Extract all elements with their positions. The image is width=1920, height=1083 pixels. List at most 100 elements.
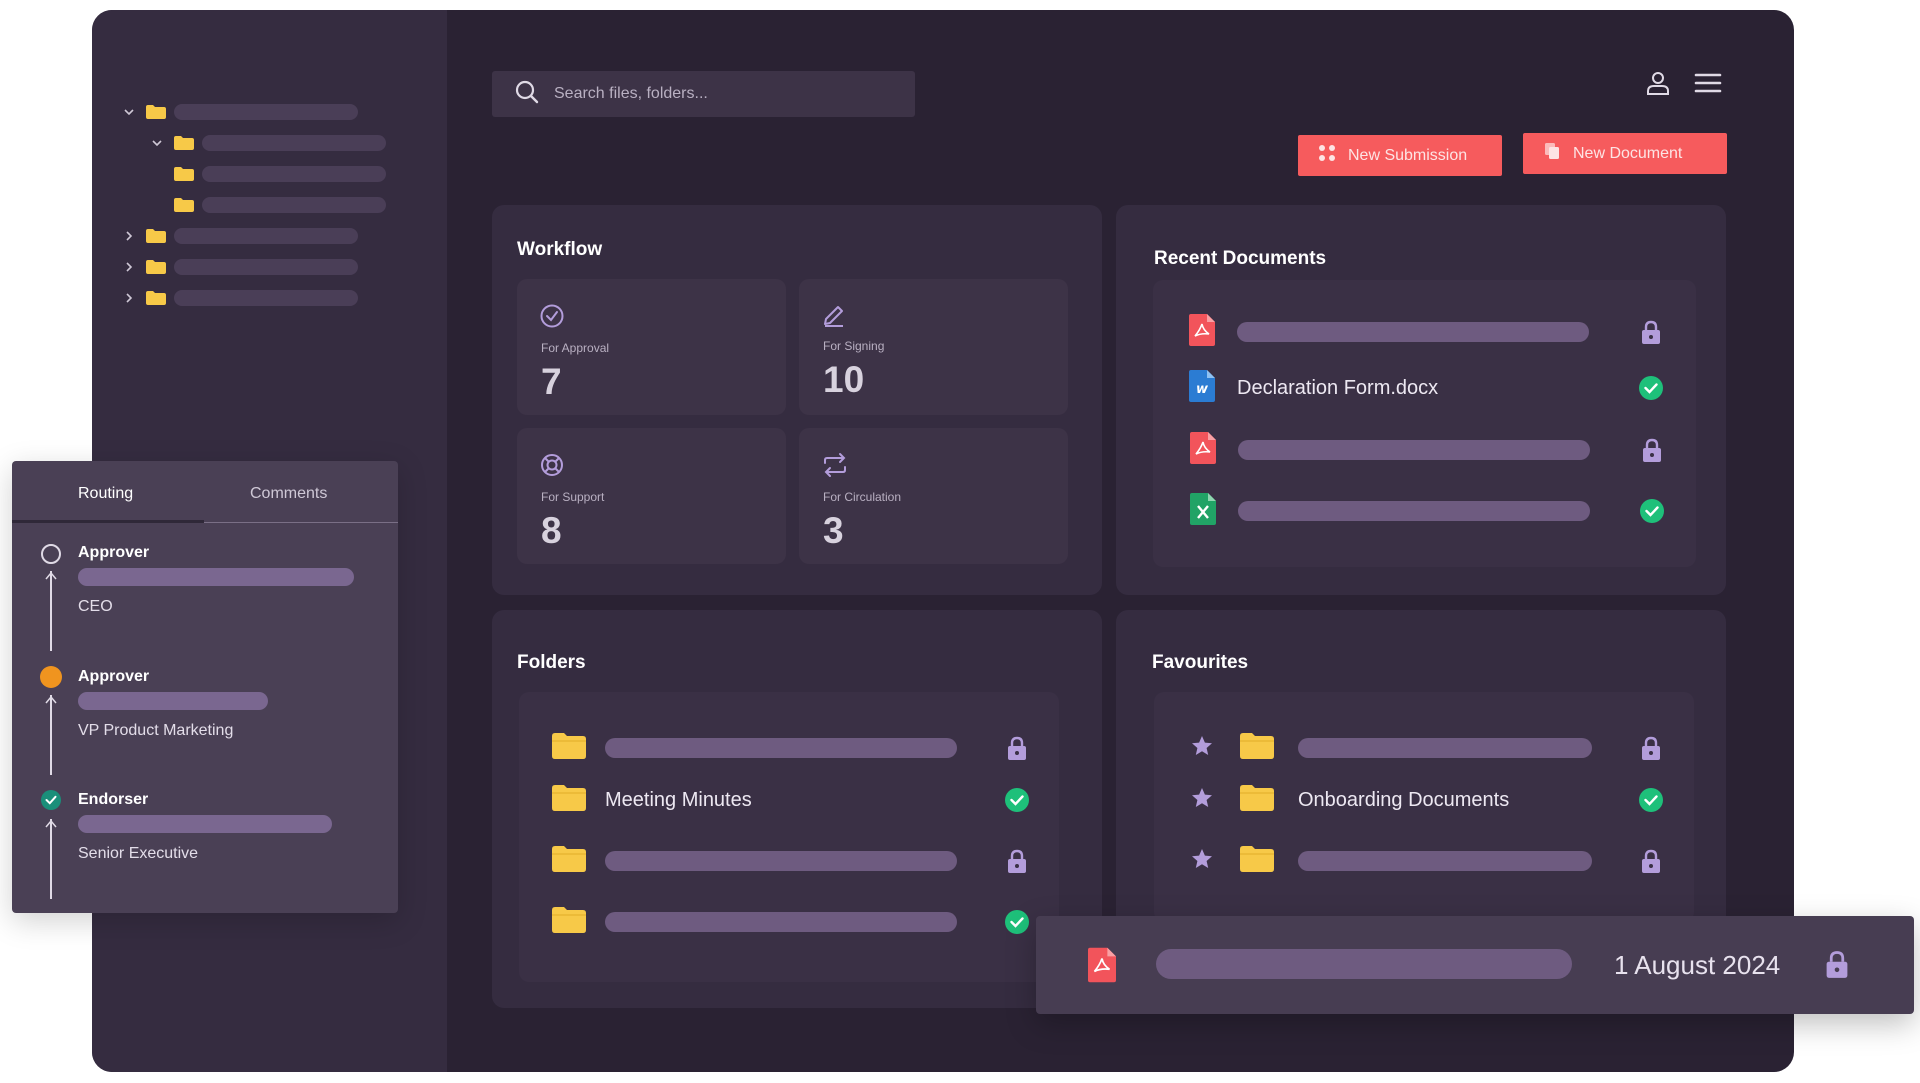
pdf-file-icon	[1189, 313, 1215, 351]
grid-icon	[1318, 144, 1348, 167]
user-icon[interactable]	[1641, 66, 1675, 100]
folder-name-placeholder	[605, 912, 957, 932]
star-icon[interactable]	[1190, 847, 1214, 876]
star-icon[interactable]	[1190, 734, 1214, 763]
document-row[interactable]	[1153, 491, 1696, 531]
folder-row[interactable]: Meeting Minutes	[519, 780, 1059, 820]
folder-icon	[1240, 784, 1274, 816]
chevron-right-icon	[122, 229, 136, 243]
document-name-placeholder	[1238, 440, 1590, 460]
tile-label: For Circulation	[823, 490, 902, 504]
check-circle-icon	[539, 303, 565, 334]
recent-documents-list: w Declaration Form.docx	[1153, 280, 1696, 567]
arrow-up-icon	[45, 567, 57, 585]
folders-title: Folders	[517, 652, 586, 673]
workflow-tile-for-signing[interactable]: For Signing 10	[799, 279, 1068, 415]
tree-item[interactable]	[174, 195, 386, 215]
favourite-row[interactable]	[1154, 728, 1694, 768]
copy-document-icon	[1543, 142, 1573, 165]
lock-icon	[1004, 735, 1030, 761]
folder-row[interactable]	[519, 728, 1059, 768]
new-document-button[interactable]: New Document	[1523, 133, 1727, 174]
check-circle-icon	[1004, 787, 1030, 813]
tree-item[interactable]	[122, 102, 358, 122]
tree-item[interactable]	[122, 288, 358, 308]
chevron-right-icon	[122, 291, 136, 305]
tree-item-label-placeholder	[202, 166, 386, 182]
search-input[interactable]: Search files, folders...	[492, 71, 915, 117]
recent-documents-card: Recent Documents w Declaration Form.docx	[1116, 205, 1726, 595]
tree-item[interactable]	[122, 257, 358, 277]
folder-icon	[552, 732, 586, 764]
tree-item[interactable]	[174, 164, 386, 184]
pdf-file-icon	[1088, 947, 1116, 988]
workflow-tile-for-approval[interactable]: For Approval 7	[517, 279, 786, 415]
new-submission-button[interactable]: New Submission	[1298, 135, 1502, 176]
folder-row[interactable]	[519, 841, 1059, 881]
step-person-placeholder	[78, 568, 354, 586]
folder-icon	[174, 167, 194, 181]
folder-name-placeholder	[605, 851, 957, 871]
document-name-placeholder	[1237, 322, 1589, 342]
tile-label: For Approval	[541, 341, 610, 355]
favourites-list: Onboarding Documents	[1154, 692, 1694, 922]
chevron-down-icon	[122, 105, 136, 119]
tree-item-label-placeholder	[202, 135, 386, 151]
tile-count: 8	[541, 510, 562, 551]
favourite-name: Onboarding Documents	[1298, 788, 1510, 811]
document-row[interactable]: w Declaration Form.docx	[1153, 368, 1696, 408]
folders-card: Folders Meeting Minutes	[492, 610, 1102, 1008]
favourite-row[interactable]	[1154, 841, 1694, 881]
star-icon[interactable]	[1190, 786, 1214, 815]
chevron-down-icon	[150, 136, 164, 150]
lock-icon	[1004, 848, 1030, 874]
lock-icon	[1638, 319, 1664, 345]
folder-icon	[146, 105, 166, 119]
tree-item[interactable]	[150, 133, 386, 153]
step-role: Endorser	[78, 791, 149, 808]
workflow-title: Workflow	[517, 239, 603, 260]
folder-icon	[552, 784, 586, 816]
folder-icon	[174, 136, 194, 150]
step-title: CEO	[78, 598, 113, 615]
check-circle-icon	[1004, 909, 1030, 935]
tile-label: For Support	[541, 490, 605, 504]
floating-file-row[interactable]: 1 August 2024	[1036, 916, 1914, 1014]
folder-name: Meeting Minutes	[605, 788, 752, 811]
tree-item-label-placeholder	[174, 228, 358, 244]
file-date: 1 August 2024	[1614, 950, 1781, 980]
tab-routing[interactable]: Routing	[78, 485, 133, 503]
tile-count: 3	[823, 510, 844, 551]
word-file-icon: w	[1189, 369, 1215, 407]
workflow-tile-for-support[interactable]: For Support 8	[517, 428, 786, 564]
svg-text:w: w	[1196, 382, 1209, 397]
folder-icon	[1240, 845, 1274, 877]
tab-comments[interactable]: Comments	[250, 485, 327, 503]
document-row[interactable]	[1153, 312, 1696, 352]
folder-icon	[146, 291, 166, 305]
favourites-title: Favourites	[1152, 652, 1249, 673]
search-icon	[514, 79, 540, 110]
step-role: Approver	[78, 668, 150, 685]
favourite-name-placeholder	[1298, 738, 1592, 758]
step-person-placeholder	[78, 815, 332, 833]
folder-row[interactable]	[519, 902, 1059, 942]
new-submission-label: New Submission	[1348, 146, 1468, 164]
document-name: Declaration Form.docx	[1237, 376, 1439, 399]
favourite-row[interactable]: Onboarding Documents	[1154, 780, 1694, 820]
folder-icon	[552, 906, 586, 938]
document-row[interactable]	[1153, 430, 1696, 470]
file-name-placeholder	[1156, 949, 1572, 979]
folder-icon	[552, 845, 586, 877]
workflow-card: Workflow For Approval 7 For Signing 10 F…	[492, 205, 1102, 595]
tree-item-label-placeholder	[174, 104, 358, 120]
step-title: VP Product Marketing	[78, 722, 234, 739]
check-circle-icon	[1638, 787, 1664, 813]
pen-icon	[821, 301, 847, 332]
tree-item-label-placeholder	[174, 290, 358, 306]
step-title: Senior Executive	[78, 845, 199, 862]
tree-item[interactable]	[122, 226, 358, 246]
tile-count: 7	[541, 361, 562, 402]
workflow-tile-for-circulation[interactable]: For Circulation 3	[799, 428, 1068, 564]
hamburger-menu-icon[interactable]	[1691, 66, 1725, 100]
